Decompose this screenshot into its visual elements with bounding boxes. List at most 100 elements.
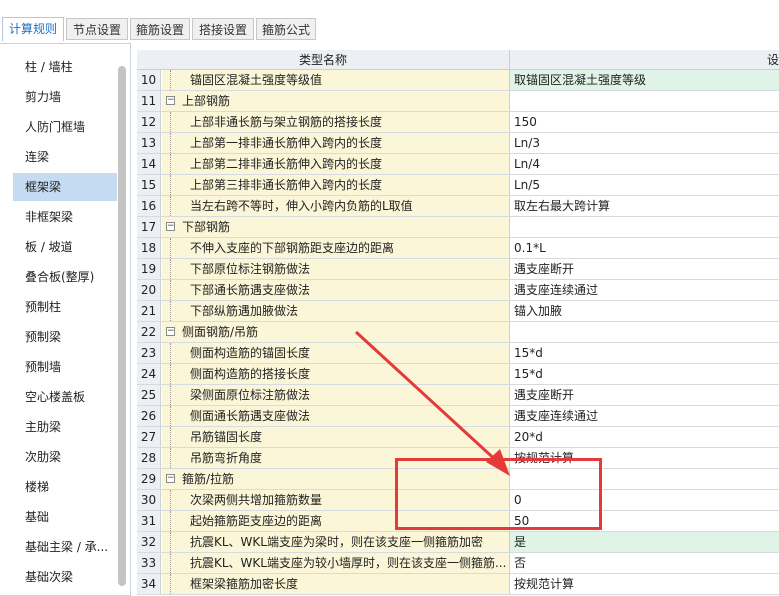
property-name-text: 上部钢筋 (182, 94, 231, 108)
sidebar-item[interactable]: 预制柱 (13, 293, 117, 321)
tab-4[interactable]: 搭接设置 (192, 18, 254, 40)
tab-3[interactable]: 箍筋设置 (130, 18, 190, 40)
group-name: − 下部钢筋 (162, 217, 510, 237)
property-name: 上部第一排非通长筋伸入跨内的长度 (162, 133, 510, 153)
property-value[interactable]: 取左右最大跨计算 (510, 196, 779, 216)
grid-row[interactable]: 12 上部非通长筋与架立钢筋的搭接长度 150 (137, 112, 779, 133)
row-number: 10 (137, 70, 161, 90)
grid-row[interactable]: 26 侧面通长筋遇支座做法 遇支座连续通过 (137, 406, 779, 427)
sidebar-item[interactable]: 基础主梁 / 承... (13, 533, 117, 561)
grid-row[interactable]: 23 侧面构造筋的锚固长度 15*d (137, 343, 779, 364)
tree-line-icon (170, 259, 172, 279)
property-value[interactable]: 遇支座连续通过 (510, 280, 779, 300)
sidebar-item[interactable]: 空心楼盖板 (13, 383, 117, 411)
property-name-text: 起始箍筋距支座边的距离 (190, 514, 323, 528)
grid-group-row[interactable]: 17− 下部钢筋 (137, 217, 779, 238)
tab-1[interactable]: 计算规则 (2, 17, 64, 41)
property-value[interactable]: Ln/3 (510, 133, 779, 153)
property-name-text: 上部非通长筋与架立钢筋的搭接长度 (190, 115, 383, 129)
row-number: 25 (137, 385, 161, 405)
tree-line-icon (170, 532, 172, 552)
property-name-text: 框架梁箍筋加密长度 (190, 577, 299, 591)
tree-line-icon (170, 406, 172, 426)
property-value[interactable]: 15*d (510, 364, 779, 384)
collapse-icon[interactable]: − (166, 474, 175, 483)
property-name: 上部第二排非通长筋伸入跨内的长度 (162, 154, 510, 174)
property-name: 梁侧面原位标注筋做法 (162, 385, 510, 405)
sidebar-item[interactable]: 框架梁 (13, 173, 117, 201)
annotation-highlight-box (395, 458, 602, 530)
property-value[interactable]: 是 (510, 532, 779, 552)
property-value[interactable]: 遇支座断开 (510, 259, 779, 279)
property-value[interactable]: 150 (510, 112, 779, 132)
tree-line-icon (170, 112, 172, 132)
row-number: 29 (137, 469, 161, 489)
property-value[interactable]: 按规范计算 (510, 574, 779, 594)
sidebar-item[interactable]: 剪力墙 (13, 83, 117, 111)
collapse-icon[interactable]: − (166, 327, 175, 336)
grid-row[interactable]: 20 下部通长筋遇支座做法 遇支座连续通过 (137, 280, 779, 301)
tab-2[interactable]: 节点设置 (66, 18, 128, 40)
property-value[interactable]: 遇支座断开 (510, 385, 779, 405)
grid-row[interactable]: 13 上部第一排非通长筋伸入跨内的长度 Ln/3 (137, 133, 779, 154)
property-value[interactable]: 取锚固区混凝土强度等级 (510, 70, 779, 90)
column-header-name[interactable]: 类型名称 (137, 50, 510, 70)
grid-row[interactable]: 21 下部纵筋遇加腋做法 锚入加腋 (137, 301, 779, 322)
property-value[interactable]: Ln/5 (510, 175, 779, 195)
grid-row[interactable]: 32 抗震KL、WKL端支座为梁时，则在该支座一侧箍筋加密 是 (137, 532, 779, 553)
grid-row[interactable]: 16 当左右跨不等时，伸入小跨内负筋的L取值 取左右最大跨计算 (137, 196, 779, 217)
grid-row[interactable]: 25 梁侧面原位标注筋做法 遇支座断开 (137, 385, 779, 406)
sidebar-scrollbar[interactable] (118, 66, 126, 586)
sidebar-item[interactable]: 基础 (13, 503, 117, 531)
property-value[interactable]: 15*d (510, 343, 779, 363)
grid-row[interactable]: 27 吊筋锚固长度 20*d (137, 427, 779, 448)
property-name: 上部非通长筋与架立钢筋的搭接长度 (162, 112, 510, 132)
sidebar-item[interactable]: 预制墙 (13, 353, 117, 381)
sidebar-item[interactable]: 连梁 (13, 143, 117, 171)
sidebar-item[interactable]: 叠合板(整厚) (13, 263, 117, 291)
tab-5[interactable]: 箍筋公式 (256, 18, 316, 40)
grid-row[interactable]: 24 侧面构造筋的搭接长度 15*d (137, 364, 779, 385)
property-name: 吊筋锚固长度 (162, 427, 510, 447)
sidebar-item[interactable]: 基础次梁 (13, 563, 117, 591)
grid-group-row[interactable]: 22− 侧面钢筋/吊筋 (137, 322, 779, 343)
grid-row[interactable]: 19 下部原位标注钢筋做法 遇支座断开 (137, 259, 779, 280)
row-number: 32 (137, 532, 161, 552)
grid-row[interactable]: 34 框架梁箍筋加密长度 按规范计算 (137, 574, 779, 595)
collapse-icon[interactable]: − (166, 96, 175, 105)
property-name: 不伸入支座的下部钢筋距支座边的距离 (162, 238, 510, 258)
row-number: 30 (137, 490, 161, 510)
property-value[interactable]: 0.1*L (510, 238, 779, 258)
sidebar-item[interactable]: 柱 / 墙柱 (13, 53, 117, 81)
sidebar-item[interactable]: 楼梯 (13, 473, 117, 501)
property-value (510, 91, 779, 111)
property-value[interactable]: Ln/4 (510, 154, 779, 174)
row-number: 12 (137, 112, 161, 132)
tree-line-icon (170, 574, 172, 594)
property-name-text: 侧面钢筋/吊筋 (182, 325, 259, 339)
row-number: 16 (137, 196, 161, 216)
grid-row[interactable]: 18 不伸入支座的下部钢筋距支座边的距离 0.1*L (137, 238, 779, 259)
sidebar-item[interactable]: 主肋梁 (13, 413, 117, 441)
sidebar-item[interactable]: 人防门框墙 (13, 113, 117, 141)
collapse-icon[interactable]: − (166, 222, 175, 231)
grid-group-row[interactable]: 11− 上部钢筋 (137, 91, 779, 112)
property-name-text: 不伸入支座的下部钢筋距支座边的距离 (190, 241, 395, 255)
grid-row[interactable]: 14 上部第二排非通长筋伸入跨内的长度 Ln/4 (137, 154, 779, 175)
property-value[interactable]: 遇支座连续通过 (510, 406, 779, 426)
row-number: 34 (137, 574, 161, 594)
grid-row[interactable]: 10 锚固区混凝土强度等级值 取锚固区混凝土强度等级 (137, 70, 779, 91)
sidebar-item[interactable]: 次肋梁 (13, 443, 117, 471)
sidebar-item[interactable]: 板 / 坡道 (13, 233, 117, 261)
sidebar-item[interactable]: 非框架梁 (13, 203, 117, 231)
property-value[interactable]: 锚入加腋 (510, 301, 779, 321)
property-value (510, 217, 779, 237)
sidebar-item[interactable]: 预制梁 (13, 323, 117, 351)
property-name: 下部通长筋遇支座做法 (162, 280, 510, 300)
property-name-text: 梁侧面原位标注筋做法 (190, 388, 311, 402)
property-value[interactable]: 20*d (510, 427, 779, 447)
grid-row[interactable]: 15 上部第三排非通长筋伸入跨内的长度 Ln/5 (137, 175, 779, 196)
grid-row[interactable]: 33 抗震KL、WKL端支座为较小墙厚时，则在该支座一侧箍筋... 否 (137, 553, 779, 574)
column-header-value[interactable]: 设 (767, 50, 779, 70)
property-value[interactable]: 否 (510, 553, 779, 573)
